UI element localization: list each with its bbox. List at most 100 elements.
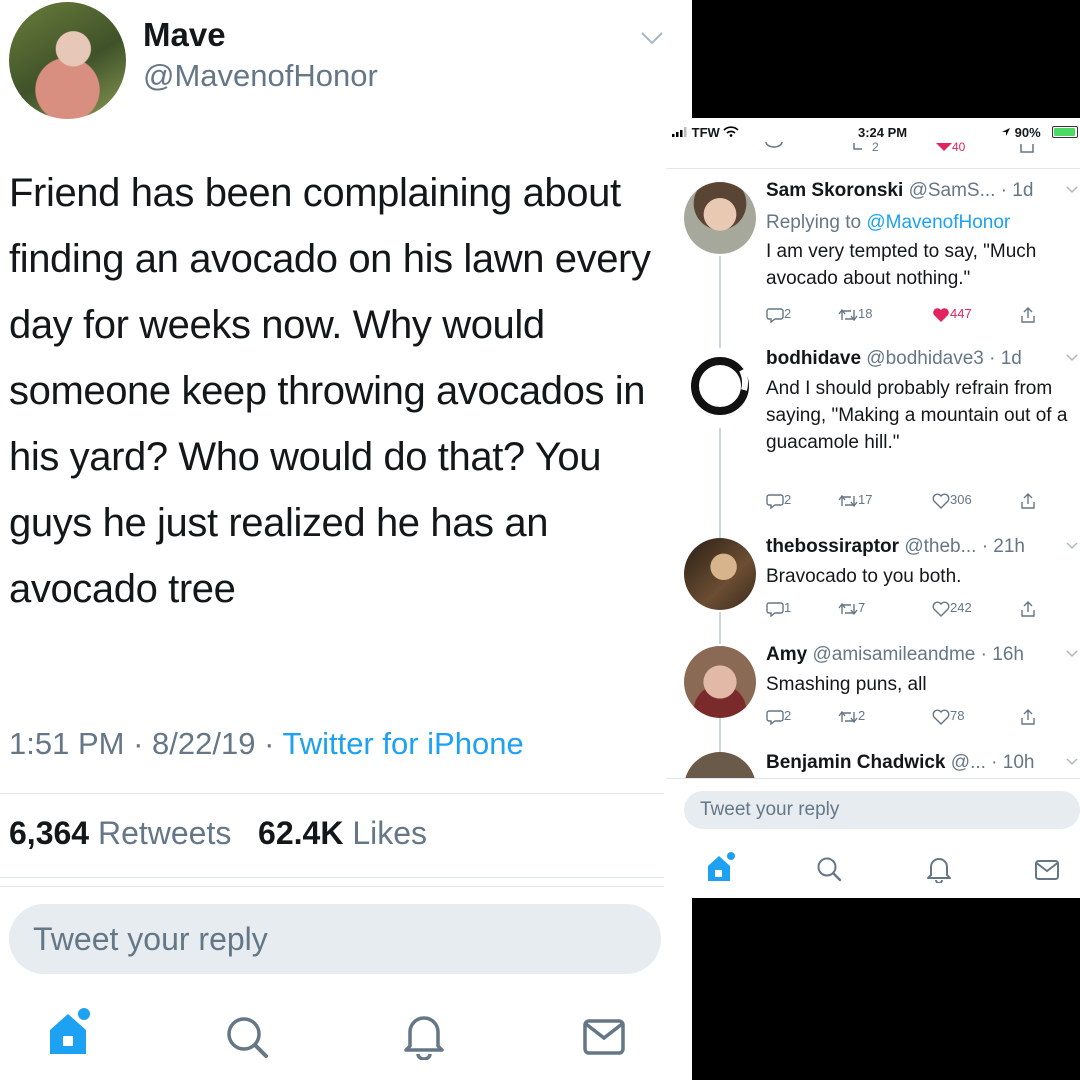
share-action[interactable] (1020, 306, 1036, 323)
author-name[interactable]: bodhidave (766, 348, 861, 369)
divider (666, 778, 1080, 779)
retweet-icon (838, 308, 858, 321)
search-icon[interactable] (816, 856, 842, 882)
author-name[interactable]: thebossiraptor (766, 536, 899, 557)
reply-icon[interactable] (764, 142, 784, 152)
reply-header: Benjamin Chadwick @... · 10h (766, 752, 1035, 774)
heart-icon (932, 493, 950, 509)
author-name[interactable]: Benjamin Chadwick (766, 752, 946, 773)
reply-count: 2 (784, 492, 792, 507)
like-action[interactable]: 242 (932, 600, 972, 617)
signal-icon (672, 127, 687, 137)
likes-count[interactable]: 62.4K (258, 815, 343, 851)
author-name[interactable]: Amy (766, 644, 807, 665)
author-name[interactable]: Mave (143, 16, 226, 54)
battery-percent: 90% (1014, 125, 1041, 140)
share-icon[interactable] (1020, 140, 1034, 154)
chevron-down-icon[interactable] (1066, 650, 1078, 658)
retweets-label[interactable]: Retweets (98, 815, 231, 851)
home-icon[interactable] (46, 1006, 94, 1058)
retweet-count: 18 (858, 306, 873, 321)
chevron-down-icon[interactable] (1066, 758, 1078, 766)
like-action[interactable]: 306 (932, 492, 972, 509)
carrier: TFW (672, 125, 739, 140)
share-action[interactable] (1020, 600, 1036, 617)
tweet-stats: 6,364 Retweets 62.4K Likes (9, 815, 427, 852)
retweets-count[interactable]: 6,364 (9, 815, 89, 851)
tweet-source-link[interactable]: Twitter for iPhone (282, 726, 523, 761)
avatar[interactable] (684, 350, 756, 422)
share-action[interactable] (1020, 492, 1036, 509)
messages-icon[interactable] (1034, 859, 1060, 881)
thread-line (719, 718, 721, 752)
home-icon[interactable] (706, 851, 736, 883)
heart-icon[interactable] (936, 143, 952, 151)
retweet-action[interactable]: 7 (838, 600, 865, 616)
retweet-count: 2 (858, 708, 866, 723)
reply-icon (766, 601, 784, 617)
chevron-down-icon[interactable] (640, 28, 664, 48)
tweet-date: 8/22/19 (152, 726, 256, 761)
enso-circle-icon (691, 357, 749, 415)
reply-icon (766, 493, 784, 509)
like-count: 306 (950, 492, 972, 507)
handle-time: @theb... · 21h (904, 536, 1026, 557)
tweet-time: 1:51 PM (9, 726, 125, 761)
notifications-icon[interactable] (402, 1012, 446, 1060)
action-bar: 2 17 306 (766, 492, 1066, 512)
like-action[interactable]: 447 (932, 306, 972, 323)
avatar[interactable] (684, 646, 756, 718)
retweet-icon (838, 710, 858, 723)
reply-action[interactable]: 1 (766, 600, 791, 617)
handle-time: @... · 10h (950, 752, 1035, 773)
retweet-action[interactable]: 18 (838, 306, 872, 322)
clock: 3:24 PM (858, 125, 908, 140)
reply-text: Smashing puns, all (766, 674, 927, 695)
avatar[interactable] (684, 752, 756, 778)
author-name[interactable]: Sam Skoronski (766, 180, 903, 201)
share-icon (1021, 492, 1035, 509)
reply-text: Bravocado to you both. (766, 566, 962, 587)
reply-text: I am very tempted to say, "Much avocado … (766, 241, 1037, 289)
author-handle[interactable]: @MavenofHonor (143, 58, 378, 94)
retweet-icon (838, 602, 858, 615)
avatar[interactable] (9, 2, 126, 119)
thread-line (719, 428, 721, 540)
retweet-action[interactable]: 17 (838, 492, 872, 508)
notifications-icon[interactable] (926, 855, 952, 883)
heart-filled-icon (933, 307, 949, 322)
messages-icon[interactable] (582, 1018, 626, 1056)
reply-action[interactable]: 2 (766, 492, 791, 509)
action-bar: 2 18 447 (766, 306, 1066, 326)
avatar[interactable] (684, 182, 756, 254)
separator: · (133, 726, 153, 761)
likes-label[interactable]: Likes (352, 815, 427, 851)
share-action[interactable] (1020, 708, 1036, 725)
reply-action[interactable]: 2 (766, 708, 791, 725)
divider (666, 168, 1080, 169)
reply-tweet[interactable]: Benjamin Chadwick @... · 10h (666, 752, 1080, 778)
like-count: 40 (952, 140, 966, 154)
reply-input[interactable]: Tweet your reply (684, 791, 1080, 829)
separator: · (264, 726, 283, 761)
retweet-icon[interactable] (852, 143, 872, 151)
divider (0, 793, 664, 794)
replying-to: Replying to @MavenofHonor (766, 209, 1076, 236)
search-icon[interactable] (224, 1014, 270, 1060)
like-action[interactable]: 78 (932, 708, 964, 725)
share-icon (1021, 600, 1035, 617)
retweet-action[interactable]: 2 (838, 708, 865, 724)
reply-input[interactable]: Tweet your reply (9, 904, 661, 974)
chevron-down-icon[interactable] (1066, 542, 1078, 550)
replying-to-link[interactable]: @MavenofHonor (866, 212, 1010, 233)
chevron-down-icon[interactable] (1066, 354, 1078, 362)
reply-header: thebossiraptor @theb... · 21h (766, 536, 1025, 558)
avatar[interactable] (684, 538, 756, 610)
retweet-count: 7 (858, 600, 866, 615)
black-background (692, 0, 1080, 118)
handle-time: @amisamileandme · 16h (812, 644, 1024, 665)
reply-header: Sam Skoronski @SamS... · 1d (766, 180, 1033, 202)
reply-action[interactable]: 2 (766, 306, 791, 323)
black-background (692, 898, 1080, 1080)
chevron-down-icon[interactable] (1066, 186, 1078, 194)
